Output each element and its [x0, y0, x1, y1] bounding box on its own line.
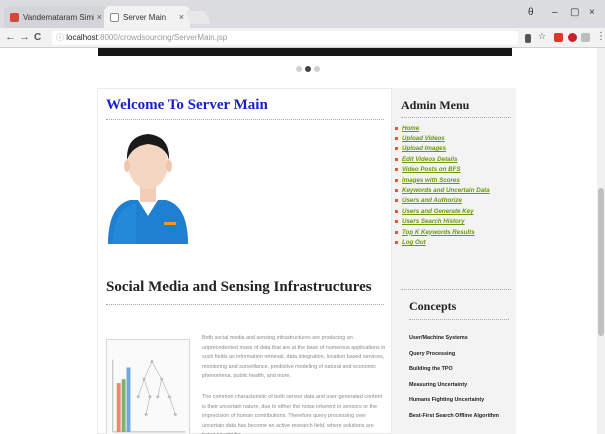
- menu-link[interactable]: Video Posts on BFS: [402, 166, 461, 173]
- funnel-icon[interactable]: [525, 34, 531, 43]
- divider: [106, 304, 384, 305]
- concept-item: Humans Fighting Uncertainty: [409, 397, 485, 404]
- menu-item-top-k-keywords[interactable]: Top K Keywords Results: [395, 227, 490, 237]
- ext-grey-icon[interactable]: [581, 33, 590, 42]
- page-viewport: Welcome To Server Main Social Media and …: [0, 48, 605, 434]
- menu-link[interactable]: Home: [402, 125, 419, 132]
- tab-close-icon[interactable]: ×: [97, 12, 102, 22]
- carousel-dot-active[interactable]: [305, 66, 311, 72]
- tab-vandemataram[interactable]: Vandemataram Simil ×: [4, 6, 108, 28]
- browser-menu-icon[interactable]: ⋮: [596, 31, 605, 42]
- menu-item-images-with-scores[interactable]: Images with Scores: [395, 175, 490, 185]
- page-title: Welcome To Server Main: [106, 97, 268, 113]
- menu-link[interactable]: Upload Images: [402, 145, 446, 152]
- url-path: :8000/crowdsourcing/ServerMain.jsp: [97, 33, 228, 42]
- profile-icon[interactable]: θ: [528, 7, 534, 18]
- menu-link[interactable]: Users Search History: [402, 218, 465, 225]
- intro-paragraph: Both social media and sensing infrastruc…: [202, 335, 386, 380]
- reload-button[interactable]: C: [34, 32, 41, 43]
- divider: [409, 319, 509, 320]
- page-favicon-icon: [110, 12, 119, 22]
- browser-toolbar: ← → C ⓘ localhost:8000/crowdsourcing/Ser…: [0, 28, 605, 48]
- ext-opera-icon[interactable]: [568, 33, 577, 42]
- menu-link[interactable]: Log Out: [402, 239, 426, 246]
- concept-item: Query Processing: [409, 350, 456, 357]
- close-window-button[interactable]: ×: [589, 7, 595, 18]
- scrollbar-thumb[interactable]: [598, 188, 604, 336]
- admin-avatar: [108, 134, 188, 244]
- main-content: Welcome To Server Main Social Media and …: [97, 88, 392, 434]
- menu-link[interactable]: Keywords and Uncertain Data: [402, 187, 490, 194]
- admin-menu-title: Admin Menu: [401, 98, 470, 112]
- section-title: Social Media and Sensing Infrastructures: [106, 279, 372, 295]
- address-bar[interactable]: ⓘ localhost:8000/crowdsourcing/ServerMai…: [52, 31, 518, 45]
- image-slider: [98, 48, 512, 56]
- page-scrollbar[interactable]: [597, 48, 605, 434]
- intro-paragraph-2: The common characteristic of both sensor…: [202, 394, 383, 434]
- concept-item: Best-First Search Offline Algorithm: [409, 412, 499, 419]
- menu-link[interactable]: Images with Scores: [402, 177, 460, 184]
- new-tab-button[interactable]: [185, 11, 211, 24]
- menu-link[interactable]: Edit Videos Details: [402, 156, 457, 163]
- youtube-favicon-icon: [10, 12, 19, 22]
- menu-item-edit-videos-details[interactable]: Edit Videos Details: [395, 154, 490, 164]
- menu-item-keywords-uncertain[interactable]: Keywords and Uncertain Data: [395, 185, 490, 195]
- tab-label: Server Main: [123, 12, 167, 22]
- concept-item: Building the TPO: [409, 366, 453, 373]
- divider: [401, 289, 511, 290]
- maximize-button[interactable]: ▢: [570, 7, 579, 18]
- url-host: localhost: [66, 33, 98, 42]
- menu-link[interactable]: Users and Authorize: [402, 197, 462, 204]
- carousel-dot[interactable]: [314, 66, 320, 72]
- concepts-list: User/Machine Systems Query Processing Bu…: [409, 335, 499, 429]
- menu-item-users-authorize[interactable]: Users and Authorize: [395, 196, 490, 206]
- divider: [106, 119, 384, 120]
- menu-item-home[interactable]: Home: [395, 123, 490, 133]
- ext-red-icon[interactable]: [554, 33, 563, 42]
- menu-link[interactable]: Upload Videos: [402, 135, 445, 142]
- minimize-button[interactable]: –: [552, 7, 558, 18]
- menu-item-upload-images[interactable]: Upload Images: [395, 144, 490, 154]
- tab-close-icon[interactable]: ×: [179, 12, 184, 22]
- concept-item: Measuring Uncertainty: [409, 381, 468, 388]
- menu-item-users-search-history[interactable]: Users Search History: [395, 217, 490, 227]
- menu-item-upload-videos[interactable]: Upload Videos: [395, 133, 490, 143]
- admin-menu: Home Upload Videos Upload Images Edit Vi…: [395, 123, 490, 248]
- carousel-dots: [296, 66, 320, 72]
- menu-link[interactable]: Users and Generate Key: [402, 208, 474, 215]
- carousel-dot[interactable]: [296, 66, 302, 72]
- tab-server-main[interactable]: Server Main ×: [104, 6, 190, 28]
- info-icon[interactable]: ⓘ: [56, 33, 64, 42]
- forward-button[interactable]: →: [19, 31, 30, 43]
- concept-item: User/Machine Systems: [409, 335, 468, 341]
- tab-strip: Vandemataram Simil × Server Main × θ – ▢…: [0, 0, 605, 28]
- divider: [401, 117, 511, 118]
- menu-item-users-generate-key[interactable]: Users and Generate Key: [395, 206, 490, 216]
- tab-label: Vandemataram Simil: [23, 12, 94, 22]
- concepts-title: Concepts: [409, 299, 457, 313]
- admin-sidebar: Admin Menu Home Upload Videos Upload Ima…: [392, 88, 516, 434]
- back-button[interactable]: ←: [5, 31, 16, 43]
- menu-item-video-posts-bfs[interactable]: Video Posts on BFS: [395, 165, 490, 175]
- star-icon[interactable]: ☆: [538, 31, 546, 41]
- menu-item-log-out[interactable]: Log Out: [395, 237, 490, 247]
- research-figure: [106, 339, 190, 434]
- menu-link[interactable]: Top K Keywords Results: [402, 229, 475, 236]
